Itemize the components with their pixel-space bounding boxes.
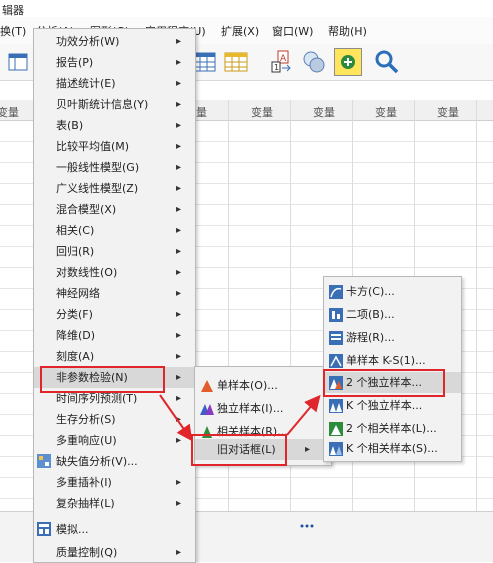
arrow-to-two-independent (286, 394, 321, 436)
annotation-arrows (159, 394, 321, 442)
arrow-to-legacy (159, 394, 193, 442)
